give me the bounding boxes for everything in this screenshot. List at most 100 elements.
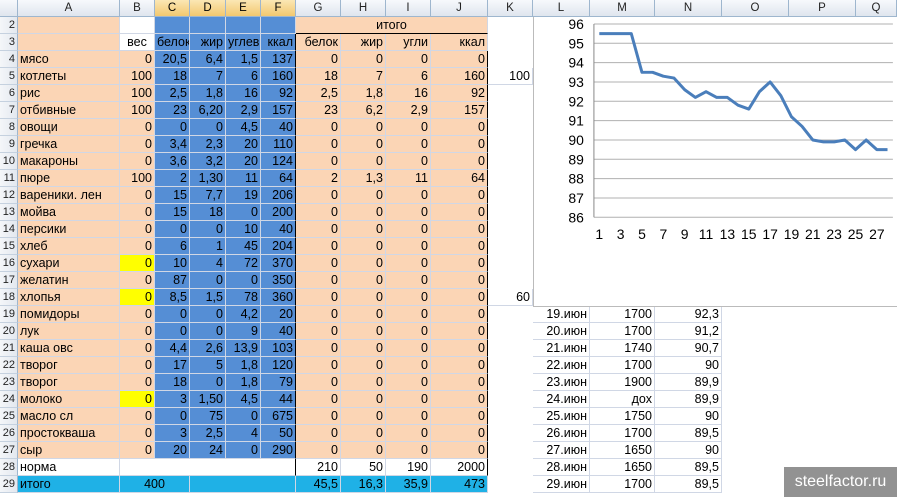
log-date[interactable]: 19.июн <box>533 306 590 323</box>
nutrient-cell-d[interactable]: 7,7 <box>190 187 226 204</box>
food-name[interactable]: сухари <box>18 255 120 272</box>
log-kcal[interactable]: 1740 <box>590 340 655 357</box>
total-cell-j[interactable]: 0 <box>431 323 488 340</box>
weight-cell[interactable]: 0 <box>120 221 155 238</box>
norma-label[interactable]: норма <box>18 459 120 476</box>
nutrient-cell-c[interactable]: 0 <box>155 408 190 425</box>
row-header-27[interactable]: 27 <box>0 442 18 459</box>
log-weight[interactable]: 92,3 <box>655 306 722 323</box>
nutrient-cell-f[interactable]: 200 <box>261 204 296 221</box>
log-weight[interactable]: 89,5 <box>655 459 722 476</box>
total-cell-h[interactable]: 7 <box>341 68 386 85</box>
food-name[interactable]: рис <box>18 85 120 102</box>
header-f[interactable]: ккал <box>261 34 296 51</box>
nutrient-cell-d[interactable]: 7 <box>190 68 226 85</box>
column-header-d[interactable]: D <box>190 0 226 17</box>
nutrient-cell-c[interactable]: 18 <box>155 68 190 85</box>
total-cell-j[interactable]: 0 <box>431 255 488 272</box>
total-cell-i[interactable]: 0 <box>386 221 431 238</box>
weight-cell[interactable]: 0 <box>120 374 155 391</box>
total-cell-g[interactable]: 0 <box>296 442 341 459</box>
nutrient-cell-d[interactable]: 0 <box>190 119 226 136</box>
cell-f2[interactable] <box>261 17 296 34</box>
weight-cell[interactable]: 0 <box>120 442 155 459</box>
total-cell-h[interactable]: 0 <box>341 374 386 391</box>
total-cell-j[interactable]: 0 <box>431 357 488 374</box>
nutrient-cell-e[interactable]: 13,9 <box>226 340 261 357</box>
total-cell-g[interactable]: 0 <box>296 221 341 238</box>
total-cell-h[interactable]: 0 <box>341 340 386 357</box>
total-cell-g[interactable]: 0 <box>296 238 341 255</box>
total-cell-h[interactable]: 0 <box>341 289 386 306</box>
weight-cell[interactable]: 0 <box>120 289 155 306</box>
log-weight[interactable]: 89,5 <box>655 425 722 442</box>
cell-a3[interactable] <box>18 34 120 51</box>
nutrient-cell-d[interactable]: 0 <box>190 272 226 289</box>
total-cell-i[interactable]: 11 <box>386 170 431 187</box>
nutrient-cell-c[interactable]: 15 <box>155 187 190 204</box>
nutrient-cell-c[interactable]: 15 <box>155 204 190 221</box>
nutrient-cell-f[interactable]: 160 <box>261 68 296 85</box>
nutrient-cell-c[interactable]: 3,6 <box>155 153 190 170</box>
total-cell-h[interactable]: 0 <box>341 255 386 272</box>
norma-j[interactable]: 2000 <box>431 459 488 476</box>
nutrient-cell-e[interactable]: 0 <box>226 272 261 289</box>
log-kcal[interactable]: дох <box>590 391 655 408</box>
food-name[interactable]: масло сл <box>18 408 120 425</box>
itogo-fill[interactable] <box>190 476 296 493</box>
food-name[interactable]: мойва <box>18 204 120 221</box>
nutrient-cell-d[interactable]: 4 <box>190 255 226 272</box>
weight-cell[interactable]: 100 <box>120 170 155 187</box>
log-kcal[interactable]: 1700 <box>590 425 655 442</box>
weight-cell[interactable]: 0 <box>120 408 155 425</box>
nutrient-cell-f[interactable]: 137 <box>261 51 296 68</box>
total-cell-g[interactable]: 0 <box>296 51 341 68</box>
total-cell-g[interactable]: 0 <box>296 289 341 306</box>
nutrient-cell-d[interactable]: 0 <box>190 374 226 391</box>
row-header-24[interactable]: 24 <box>0 391 18 408</box>
column-header-i[interactable]: I <box>386 0 431 17</box>
total-cell-g[interactable]: 0 <box>296 374 341 391</box>
total-cell-j[interactable]: 0 <box>431 374 488 391</box>
nutrient-cell-c[interactable]: 23 <box>155 102 190 119</box>
log-kcal[interactable]: 1700 <box>590 476 655 493</box>
total-cell-g[interactable]: 2,5 <box>296 85 341 102</box>
nutrient-cell-f[interactable]: 44 <box>261 391 296 408</box>
log-date[interactable]: 26.июн <box>533 425 590 442</box>
header-i[interactable]: угли <box>386 34 431 51</box>
total-cell-j[interactable]: 0 <box>431 51 488 68</box>
log-date[interactable]: 23.июн <box>533 374 590 391</box>
nutrient-cell-d[interactable]: 2,6 <box>190 340 226 357</box>
nutrient-cell-d[interactable]: 0 <box>190 323 226 340</box>
nutrient-cell-e[interactable]: 9 <box>226 323 261 340</box>
total-cell-j[interactable]: 92 <box>431 85 488 102</box>
total-cell-g[interactable]: 18 <box>296 68 341 85</box>
total-cell-i[interactable]: 0 <box>386 391 431 408</box>
total-cell-h[interactable]: 6,2 <box>341 102 386 119</box>
total-cell-h[interactable]: 0 <box>341 272 386 289</box>
itogo-i[interactable]: 35,9 <box>386 476 431 493</box>
nutrient-cell-d[interactable]: 1,50 <box>190 391 226 408</box>
nutrient-cell-d[interactable]: 6,20 <box>190 102 226 119</box>
nutrient-cell-c[interactable]: 18 <box>155 374 190 391</box>
total-cell-i[interactable]: 2,9 <box>386 102 431 119</box>
nutrient-cell-e[interactable]: 10 <box>226 221 261 238</box>
total-cell-g[interactable]: 0 <box>296 255 341 272</box>
total-cell-i[interactable]: 0 <box>386 119 431 136</box>
header-j[interactable]: ккал <box>431 34 488 51</box>
row-header-16[interactable]: 16 <box>0 255 18 272</box>
column-header-c[interactable]: C <box>155 0 190 17</box>
weight-cell[interactable]: 0 <box>120 204 155 221</box>
total-cell-h[interactable]: 0 <box>341 136 386 153</box>
total-cell-g[interactable]: 0 <box>296 136 341 153</box>
total-cell-h[interactable]: 0 <box>341 357 386 374</box>
column-header-h[interactable]: H <box>341 0 386 17</box>
log-date[interactable]: 20.июн <box>533 323 590 340</box>
nutrient-cell-f[interactable]: 20 <box>261 306 296 323</box>
row-header-9[interactable]: 9 <box>0 136 18 153</box>
header-d[interactable]: жир <box>190 34 226 51</box>
log-weight[interactable]: 90 <box>655 357 722 374</box>
weight-cell[interactable]: 0 <box>120 391 155 408</box>
column-header-q[interactable]: Q <box>856 0 897 17</box>
total-cell-g[interactable]: 0 <box>296 357 341 374</box>
